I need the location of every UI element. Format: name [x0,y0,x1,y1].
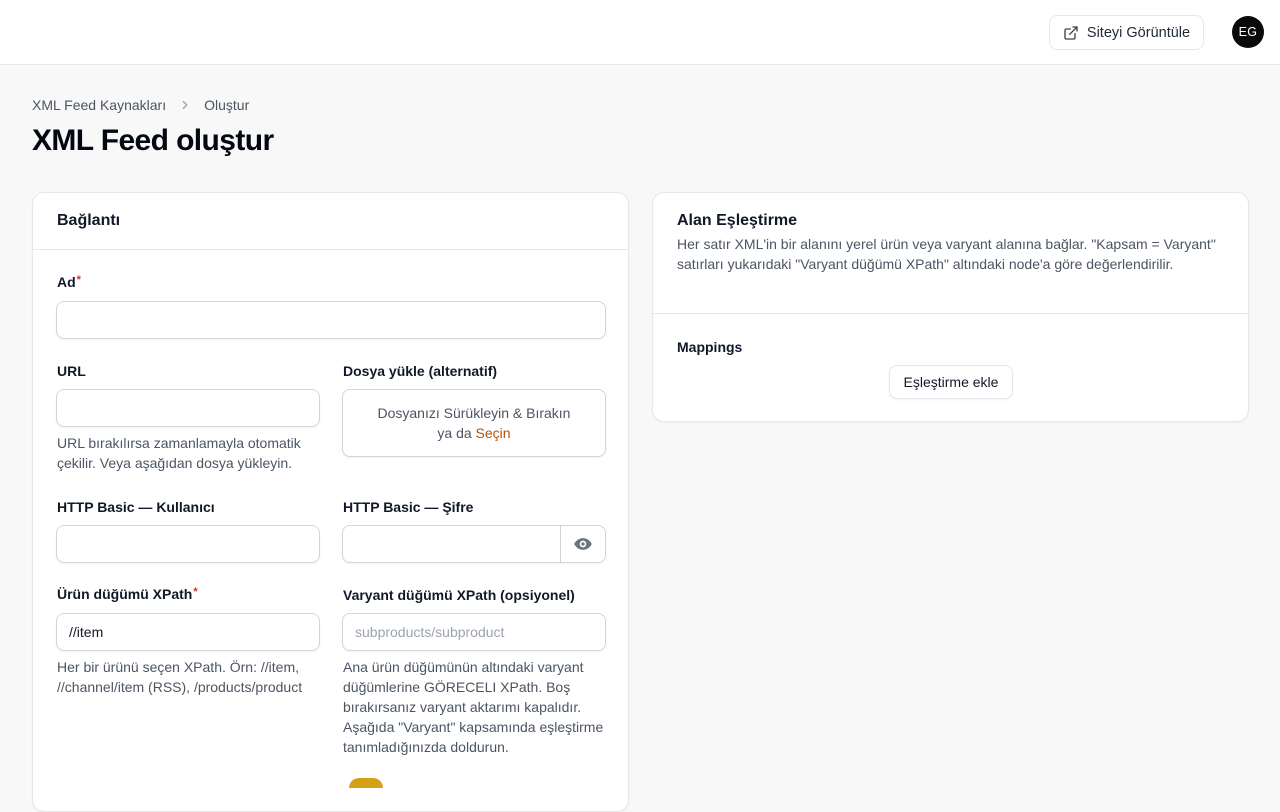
variant-xpath-input[interactable]: subproducts/subproduct [342,613,606,651]
required-marker: * [193,586,198,598]
field-mapping-card: Alan Eşleştirme Her satır XML'in bir ala… [652,192,1249,422]
connection-card: Bağlantı Ad* URL URL bırakılırsa zamanla… [32,192,629,812]
file-upload-label: Dosya yükle (alternatif) [343,363,498,379]
field-mapping-title: Alan Eşleştirme [677,212,798,229]
file-dropzone[interactable]: Dosyanızı Sürükleyin & Bırakın ya da Seç… [342,389,606,457]
variant-xpath-help-text: Ana ürün düğümünün altındaki varyant düğ… [343,659,604,755]
url-label: URL [57,363,86,379]
eye-icon [574,538,592,550]
name-input[interactable] [56,301,606,339]
url-help-text: URL bırakılırsa zamanlamayla otomatik çe… [57,435,301,471]
connection-card-title: Bağlantı [57,212,121,229]
page-title: XML Feed oluştur [32,124,274,157]
http-password-input[interactable] [342,525,606,563]
http-password-label: HTTP Basic — Şifre [343,499,474,515]
mappings-label: Mappings [677,339,743,355]
breadcrumb-item-create: Oluştur [204,97,250,113]
chevron-right-icon [182,100,188,110]
product-xpath-input[interactable]: //item [56,613,320,651]
view-site-label: Siteyi Görüntüle [1086,24,1191,41]
name-label: Ad* [57,274,81,290]
avatar[interactable]: EG [1232,16,1264,48]
product-xpath-help-text: Her bir ürünü seçen XPath. Örn: //item, … [57,659,303,695]
view-site-button[interactable]: Siteyi Görüntüle [1049,15,1204,50]
field-mapping-card-header: Alan Eşleştirme Her satır XML'in bir ala… [653,193,1248,314]
dropzone-text: Dosyanızı Sürükleyin & Bırakın [377,405,571,421]
external-link-icon [1064,25,1078,40]
required-marker: * [76,274,81,286]
http-user-label: HTTP Basic — Kullanıcı [57,499,215,515]
dropzone-subtext: ya da Seçin [437,425,511,441]
variant-xpath-label: Varyant düğümü XPath (opsiyonel) [343,587,575,603]
breadcrumb-item-xml-feed-sources[interactable]: XML Feed Kaynakları [32,97,166,113]
breadcrumb: XML Feed Kaynakları Oluştur [32,97,249,113]
top-bar: Siteyi Görüntüle EG [0,0,1280,65]
http-user-input[interactable] [56,525,320,563]
url-input[interactable] [56,389,320,427]
variant-xpath-placeholder: subproducts/subproduct [355,624,505,640]
toggle-password-visibility-button[interactable] [560,526,605,562]
product-xpath-label: Ürün düğümü XPath* [57,586,198,602]
connection-card-header: Bağlantı [33,193,628,250]
dropzone-pick-link[interactable]: Seçin [476,425,511,441]
field-mapping-description: Her satır XML'in bir alanını yerel ürün … [677,236,1216,272]
add-mapping-button[interactable]: Eşleştirme ekle [889,365,1013,399]
